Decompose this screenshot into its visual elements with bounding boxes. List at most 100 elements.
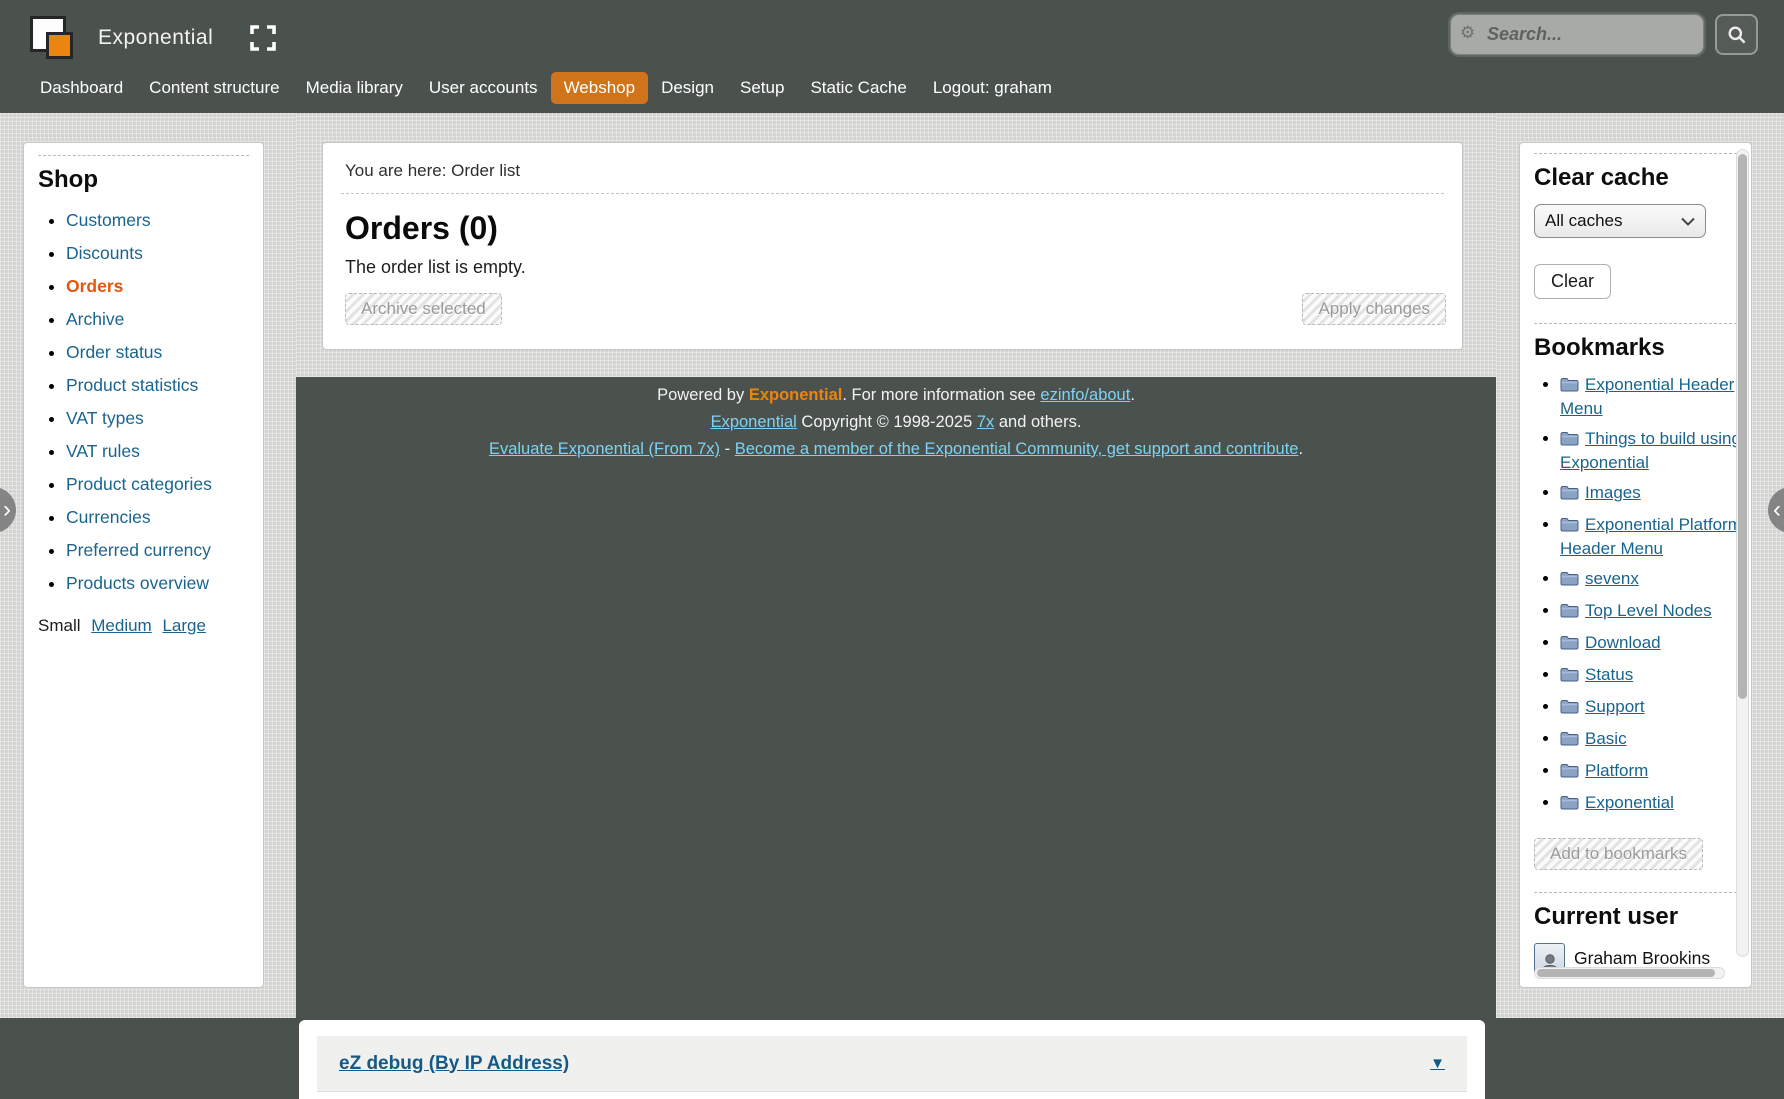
footer-line-3: Evaluate Exponential (From 7x) - Become … <box>296 436 1496 463</box>
sidebar-item-discounts[interactable]: Discounts <box>66 243 143 263</box>
sidebar-item-vat-types[interactable]: VAT types <box>66 408 144 428</box>
breadcrumb: You are here: Order list <box>345 161 1440 181</box>
footer-brand: Exponential <box>749 386 843 404</box>
vertical-scrollbar[interactable] <box>1736 149 1749 957</box>
search-input[interactable] <box>1450 14 1704 55</box>
list-item: Order status <box>66 342 249 363</box>
bookmark-link[interactable]: Exponential Platform Header Menu <box>1560 515 1742 558</box>
user-links: Change information Change password <box>1560 984 1737 988</box>
size-current: Small <box>38 616 81 635</box>
nav-user-accounts[interactable]: User accounts <box>416 72 551 104</box>
sevenx-link[interactable]: 7x <box>977 413 994 431</box>
bookmark-link[interactable]: Status <box>1585 665 1633 684</box>
list-item: Currencies <box>66 507 249 528</box>
sidebar-item-vat-rules[interactable]: VAT rules <box>66 441 140 461</box>
list-item: Customers <box>66 210 249 231</box>
logo-orange-square <box>46 32 73 59</box>
archive-selected-button[interactable]: Archive selected <box>345 293 502 325</box>
scrollbar-thumb[interactable] <box>1738 154 1747 699</box>
list-item: Change information <box>1560 984 1737 988</box>
sidebar-item-product-statistics[interactable]: Product statistics <box>66 375 198 395</box>
nav-dashboard[interactable]: Dashboard <box>27 72 136 104</box>
footer: Powered by Exponential. For more informa… <box>296 382 1496 463</box>
exponential-link[interactable]: Exponential <box>711 413 797 431</box>
apply-changes-button[interactable]: Apply changes <box>1302 293 1446 325</box>
list-item: Archive <box>66 309 249 330</box>
current-user-title: Current user <box>1534 903 1737 931</box>
debug-toggle-arrow[interactable]: ▼ <box>1430 1055 1445 1072</box>
nav-webshop[interactable]: Webshop <box>551 72 649 104</box>
list-item: Top Level Nodes <box>1560 600 1742 624</box>
size-medium-link[interactable]: Medium <box>91 616 151 635</box>
nav-static-cache[interactable]: Static Cache <box>797 72 919 104</box>
evaluate-link[interactable]: Evaluate Exponential (From 7x) <box>489 440 720 458</box>
bookmark-link[interactable]: Things to build using Exponential <box>1560 429 1741 472</box>
shop-menu: Customers Discounts Orders Archive Order… <box>66 210 249 594</box>
bookmark-link[interactable]: sevenx <box>1585 569 1639 588</box>
size-large-link[interactable]: Large <box>162 616 205 635</box>
folder-icon <box>1560 762 1579 784</box>
footer-text-fragment: . <box>1130 386 1135 404</box>
exponential-logo-icon[interactable] <box>30 14 80 62</box>
list-item: Basic <box>1560 728 1742 752</box>
chevron-right-icon: › <box>3 496 11 524</box>
folder-icon <box>1560 602 1579 624</box>
list-item: Things to build using Exponential <box>1560 428 1742 474</box>
bookmark-link[interactable]: Support <box>1585 697 1645 716</box>
nav-content-structure[interactable]: Content structure <box>136 72 292 104</box>
list-item: Exponential Platform Header Menu <box>1560 514 1742 560</box>
sidebar-item-archive[interactable]: Archive <box>66 309 124 329</box>
bookmark-link[interactable]: Images <box>1585 483 1641 502</box>
cache-select-value: All caches <box>1545 211 1622 231</box>
bookmarks-title: Bookmarks <box>1534 334 1737 362</box>
scrollbar-thumb[interactable] <box>1537 969 1715 977</box>
nav-media-library[interactable]: Media library <box>293 72 416 104</box>
size-switcher: Small Medium Large <box>38 616 249 636</box>
list-item: Preferred currency <box>66 540 249 561</box>
sidebar-item-customers[interactable]: Customers <box>66 210 151 230</box>
folder-icon <box>1560 430 1579 452</box>
cache-select[interactable]: All caches <box>1534 204 1706 238</box>
footer-text-fragment: - <box>720 440 735 458</box>
folder-icon <box>1560 376 1579 398</box>
bookmark-link[interactable]: Top Level Nodes <box>1585 601 1712 620</box>
sidebar-item-preferred-currency[interactable]: Preferred currency <box>66 540 211 560</box>
shop-title: Shop <box>38 166 249 194</box>
footer-text-fragment: . For more information see <box>842 386 1040 404</box>
debug-title-link[interactable]: eZ debug (By IP Address) <box>339 1053 569 1075</box>
list-item: Support <box>1560 696 1742 720</box>
bookmark-link[interactable]: Download <box>1585 633 1661 652</box>
sidebar-item-currencies[interactable]: Currencies <box>66 507 151 527</box>
sidebar-item-order-status[interactable]: Order status <box>66 342 162 362</box>
divider <box>341 193 1444 194</box>
folder-icon <box>1560 634 1579 656</box>
folder-icon <box>1560 516 1579 538</box>
community-link[interactable]: Become a member of the Exponential Commu… <box>735 440 1299 458</box>
nav-setup[interactable]: Setup <box>727 72 797 104</box>
footer-line-2: Exponential Copyright © 1998-2025 7x and… <box>296 409 1496 436</box>
list-item: Exponential <box>1560 792 1742 816</box>
folder-icon <box>1560 666 1579 688</box>
shop-sidebar: Shop Customers Discounts Orders Archive … <box>23 142 264 988</box>
clear-cache-title: Clear cache <box>1534 164 1737 192</box>
horizontal-scrollbar[interactable] <box>1534 967 1725 979</box>
clear-cache-button[interactable]: Clear <box>1534 264 1611 299</box>
nav-design[interactable]: Design <box>648 72 727 104</box>
bookmark-link[interactable]: Exponential <box>1585 793 1674 812</box>
add-to-bookmarks-button[interactable]: Add to bookmarks <box>1534 838 1703 870</box>
bookmark-link[interactable]: Exponential Header Menu <box>1560 375 1734 418</box>
footer-text-fragment: Powered by <box>657 386 749 404</box>
search-button[interactable] <box>1715 14 1758 55</box>
sidebar-item-product-categories[interactable]: Product categories <box>66 474 212 494</box>
header: Exponential ⚙ Dashboard Content structur… <box>0 0 1784 113</box>
nav-logout[interactable]: Logout: graham <box>920 72 1065 104</box>
debug-header-bar: eZ debug (By IP Address) ▼ <box>317 1036 1467 1092</box>
fullscreen-icon[interactable] <box>249 24 277 52</box>
bookmark-link[interactable]: Basic <box>1585 729 1627 748</box>
sidebar-item-orders[interactable]: Orders <box>66 276 123 296</box>
user-name: Graham Brookins <box>1574 948 1710 969</box>
bookmark-link[interactable]: Platform <box>1585 761 1648 780</box>
change-information-link[interactable]: Change information <box>1560 984 1708 988</box>
sidebar-item-products-overview[interactable]: Products overview <box>66 573 209 593</box>
ezinfo-about-link[interactable]: ezinfo/about <box>1040 386 1130 404</box>
